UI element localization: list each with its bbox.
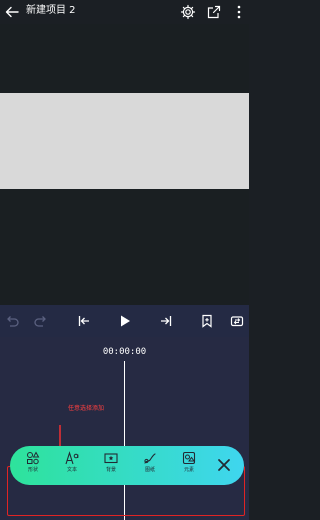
video-editor-screen: 新建项目 2 00:00:00 任意选择添加 形状 文本 背景 图纸 元素 bbox=[0, 0, 249, 520]
undo-icon[interactable] bbox=[4, 313, 20, 329]
export-icon[interactable] bbox=[206, 4, 222, 20]
play-icon[interactable] bbox=[117, 313, 133, 329]
back-arrow-icon[interactable] bbox=[4, 4, 20, 20]
redo-icon[interactable] bbox=[33, 313, 49, 329]
bookmark-icon[interactable] bbox=[199, 313, 215, 329]
text-icon bbox=[65, 451, 79, 465]
project-canvas[interactable] bbox=[0, 93, 249, 189]
tool-background[interactable]: 背景 bbox=[96, 451, 126, 481]
tool-label: 元素 bbox=[183, 467, 194, 473]
tool-label: 文本 bbox=[66, 467, 77, 473]
timecode-display: 00:00:00 bbox=[102, 347, 147, 357]
tool-drawing[interactable]: 图纸 bbox=[135, 451, 165, 481]
tool-elements[interactable]: 元素 bbox=[174, 451, 204, 481]
elements-icon bbox=[182, 451, 196, 465]
pen-icon bbox=[144, 453, 156, 464]
add-element-toolbar: 形状 文本 背景 图纸 元素 bbox=[10, 446, 244, 485]
background-icon bbox=[104, 453, 118, 464]
annotation-text: 任意选择添加 bbox=[68, 405, 105, 412]
tool-text[interactable]: 文本 bbox=[57, 451, 87, 481]
tool-label: 背景 bbox=[105, 467, 116, 473]
skip-to-end-icon[interactable] bbox=[158, 313, 174, 329]
preview-area-top bbox=[0, 24, 249, 93]
tool-shapes[interactable]: 形状 bbox=[18, 451, 48, 481]
replace-icon[interactable] bbox=[229, 313, 245, 329]
close-icon[interactable] bbox=[216, 457, 232, 473]
skip-to-start-icon[interactable] bbox=[76, 313, 92, 329]
tool-label: 图纸 bbox=[144, 467, 155, 473]
top-app-bar: 新建项目 2 bbox=[0, 0, 249, 24]
gear-icon[interactable] bbox=[180, 4, 196, 20]
playback-controls bbox=[0, 305, 249, 337]
preview-area-bottom bbox=[0, 189, 249, 305]
more-vertical-icon[interactable] bbox=[231, 4, 247, 20]
project-title: 新建项目 2 bbox=[26, 5, 76, 16]
tool-label: 形状 bbox=[27, 467, 38, 473]
shapes-icon bbox=[27, 451, 40, 465]
